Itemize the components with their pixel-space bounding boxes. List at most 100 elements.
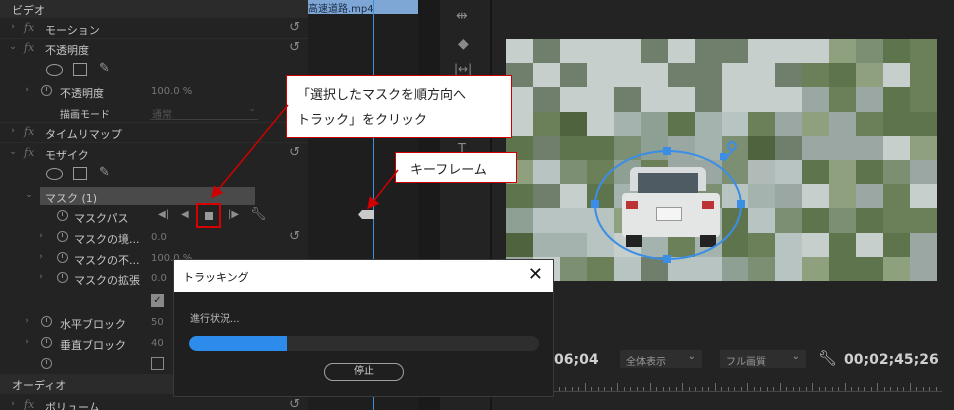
- expand-caret-icon[interactable]: ›: [22, 316, 32, 326]
- ruler-tick: [773, 387, 774, 391]
- effect-name-opacity: 不透明度: [45, 44, 89, 57]
- stopwatch-icon[interactable]: [57, 272, 68, 283]
- effect-row-time-remap[interactable]: › fx タイムリマップ: [0, 122, 308, 142]
- collapse-caret-icon[interactable]: ⌄: [24, 190, 34, 200]
- track-backward-icon[interactable]: ◀|: [158, 209, 169, 220]
- expand-caret-icon[interactable]: ›: [36, 252, 46, 262]
- rectangle-mask-icon[interactable]: [73, 63, 87, 76]
- reset-icon[interactable]: ↺: [289, 40, 300, 55]
- dialog-titlebar[interactable]: トラッキング ✕: [174, 260, 553, 292]
- reset-icon[interactable]: ↺: [289, 20, 300, 35]
- effect-row-mosaic[interactable]: ⌄ fx モザイク ↺: [0, 143, 308, 163]
- ruler-tick: [890, 387, 891, 391]
- ruler-tick: [838, 387, 839, 391]
- mask-name-highlight[interactable]: マスク (1): [40, 187, 255, 205]
- stopwatch-icon[interactable]: [57, 231, 68, 242]
- fx-icon[interactable]: fx: [24, 21, 34, 34]
- ruler-tick: [779, 383, 781, 391]
- slip-icon[interactable]: |↔|: [454, 62, 472, 76]
- mask-feather-label: マスクの境...: [74, 233, 140, 246]
- collapse-caret-icon[interactable]: ⌄: [8, 42, 18, 52]
- pen-mask-icon[interactable]: ✎: [99, 61, 110, 76]
- ruler-tick: [714, 383, 716, 391]
- reset-icon[interactable]: ↺: [289, 397, 300, 410]
- property-row-mask-path: マスクパス ◀| ◀ |▶ 🔧︎: [0, 203, 308, 228]
- mask-feather-value[interactable]: 0.0: [151, 232, 167, 243]
- expand-caret-icon[interactable]: ›: [8, 399, 18, 409]
- mask-row[interactable]: ⌄ マスク (1): [0, 186, 308, 206]
- ellipse-mask-icon[interactable]: [46, 168, 63, 180]
- settings-wrench-icon[interactable]: 🔧︎: [818, 349, 837, 367]
- expand-caret-icon[interactable]: ›: [22, 337, 32, 347]
- ruler-tick: [792, 387, 794, 391]
- track-forward-button[interactable]: [196, 203, 221, 228]
- checkbox-unchecked[interactable]: [151, 357, 164, 370]
- ruler-tick: [825, 387, 826, 391]
- ruler-tick: [844, 383, 846, 391]
- mask-outline[interactable]: [506, 39, 937, 281]
- progress-bar-fill: [189, 336, 287, 351]
- video-frame[interactable]: [506, 39, 937, 281]
- effect-row-motion[interactable]: › fx モーション ↺: [0, 18, 308, 38]
- effect-row-opacity[interactable]: ⌄ fx 不透明度 ↺: [0, 38, 308, 58]
- fx-icon[interactable]: fx: [24, 398, 34, 410]
- ruler-tick: [636, 387, 638, 391]
- timeline-clip[interactable]: 高速道路.mp4: [308, 0, 418, 14]
- expand-caret-icon[interactable]: ›: [36, 272, 46, 282]
- ruler-tick: [734, 387, 735, 391]
- fx-icon[interactable]: fx: [24, 146, 34, 159]
- rectangle-mask-icon[interactable]: [73, 167, 87, 180]
- expand-caret-icon[interactable]: ›: [36, 231, 46, 241]
- razor-icon[interactable]: ◆: [458, 36, 469, 52]
- horizontal-blocks-value[interactable]: 50: [151, 317, 164, 328]
- property-label-opacity: 不透明度: [60, 87, 104, 100]
- pen-mask-icon[interactable]: ✎: [99, 165, 110, 180]
- track-forward-one-frame-icon[interactable]: |▶: [228, 209, 239, 220]
- ruler-tick: [922, 387, 924, 391]
- ripple-edit-icon[interactable]: ⇹: [456, 8, 468, 24]
- ellipse-mask-icon[interactable]: [46, 64, 63, 76]
- expand-caret-icon[interactable]: ›: [22, 85, 32, 95]
- reset-icon[interactable]: ↺: [289, 229, 300, 244]
- blend-mode-dropdown[interactable]: 通常 ⌄: [150, 104, 258, 121]
- stopwatch-icon[interactable]: [57, 252, 68, 263]
- effect-name-time-remap: タイムリマップ: [45, 128, 122, 141]
- expand-caret-icon[interactable]: ›: [8, 126, 18, 136]
- ruler-tick: [760, 387, 761, 391]
- mask-expansion-value[interactable]: 0.0: [151, 273, 167, 284]
- effect-row-volume[interactable]: › fx ボリューム ↺: [0, 395, 308, 410]
- ruler-tick: [870, 387, 872, 391]
- ruler-tick: [682, 383, 683, 391]
- chevron-down-icon: ⌄: [687, 351, 696, 362]
- expand-caret-icon[interactable]: ›: [8, 22, 18, 32]
- stop-button[interactable]: 停止: [324, 363, 404, 381]
- opacity-value[interactable]: 100.0 %: [151, 86, 192, 97]
- stopwatch-icon[interactable]: [57, 210, 68, 221]
- stopwatch-icon[interactable]: [41, 358, 52, 369]
- collapse-caret-icon[interactable]: ⌄: [8, 147, 18, 157]
- stopwatch-icon[interactable]: [41, 316, 52, 327]
- ruler-tick: [558, 387, 560, 391]
- zoom-dropdown[interactable]: 全体表示 ⌄: [620, 350, 702, 368]
- ruler-tick: [786, 387, 787, 391]
- track-backward-one-frame-icon[interactable]: ◀: [181, 209, 189, 220]
- ruler-tick: [864, 387, 865, 391]
- fx-icon[interactable]: fx: [24, 41, 34, 54]
- mask-name: マスク (1): [45, 192, 98, 205]
- vertical-blocks-value[interactable]: 40: [151, 338, 164, 349]
- checkbox-checked[interactable]: ✓: [151, 294, 164, 307]
- ruler-tick: [805, 387, 807, 391]
- close-icon[interactable]: ✕: [528, 264, 543, 286]
- dialog-title: トラッキング: [183, 271, 249, 284]
- current-timecode[interactable]: 06;04: [554, 352, 599, 368]
- wrench-icon[interactable]: 🔧︎: [250, 207, 267, 222]
- keyframe-marker[interactable]: [358, 210, 374, 219]
- time-ruler[interactable]: [552, 378, 942, 392]
- ruler-tick: [662, 387, 664, 391]
- ruler-tick: [812, 383, 813, 391]
- quality-dropdown[interactable]: フル画質 ⌄: [720, 350, 806, 368]
- ruler-tick: [831, 387, 833, 391]
- stopwatch-icon[interactable]: [41, 337, 52, 348]
- reset-icon[interactable]: ↺: [289, 145, 300, 160]
- stopwatch-icon[interactable]: [41, 85, 52, 96]
